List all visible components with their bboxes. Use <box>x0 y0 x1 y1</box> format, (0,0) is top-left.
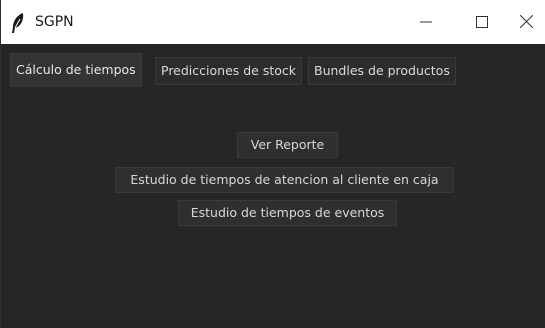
tab-label: Cálculo de tiempos <box>16 62 136 77</box>
minimize-button[interactable] <box>403 0 449 44</box>
maximize-button[interactable] <box>459 0 505 44</box>
feather-icon <box>9 12 27 34</box>
minimize-icon <box>420 13 432 32</box>
tab-bundles-de-productos[interactable]: Bundles de productos <box>308 57 456 85</box>
estudio-eventos-button[interactable]: Estudio de tiempos de eventos <box>178 200 397 226</box>
window-title: SGPN <box>35 14 74 30</box>
estudio-atencion-caja-button[interactable]: Estudio de tiempos de atencion al client… <box>115 167 454 193</box>
tab-calculo-de-tiempos[interactable]: Cálculo de tiempos <box>10 53 142 87</box>
title-bar[interactable]: SGPN <box>1 0 545 44</box>
tab-label: Predicciones de stock <box>161 63 297 78</box>
close-button[interactable] <box>506 0 545 44</box>
close-icon <box>519 13 533 32</box>
maximize-icon <box>476 13 488 32</box>
tab-predicciones-de-stock[interactable]: Predicciones de stock <box>155 57 303 85</box>
app-window: SGPN Predicciones de stock Bundles de pr… <box>0 0 545 328</box>
tab-label: Bundles de productos <box>314 63 450 78</box>
ver-reporte-button[interactable]: Ver Reporte <box>237 132 338 158</box>
